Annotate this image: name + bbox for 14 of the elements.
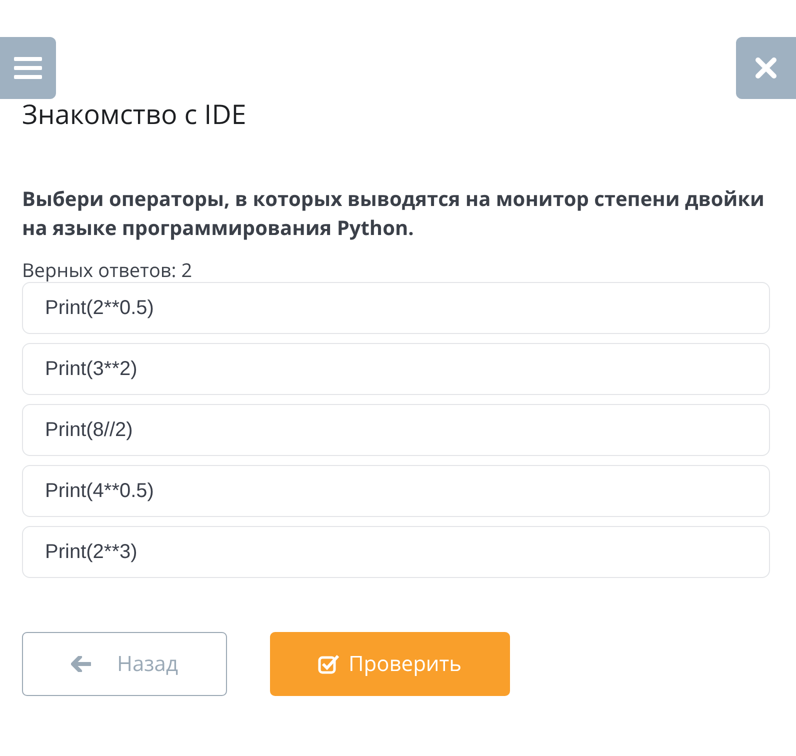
answer-option[interactable]: Print(2**3) — [22, 526, 770, 578]
answer-option[interactable]: Print(3**2) — [22, 343, 770, 395]
answer-option[interactable]: Print(4**0.5) — [22, 465, 770, 517]
checkbox-icon — [318, 654, 340, 674]
question-text: Выбери операторы, в которых выводятся на монитор степени двойки на языке программирования Python. — [22, 184, 766, 242]
close-icon — [755, 57, 777, 79]
answer-option[interactable]: Print(8//2) — [22, 404, 770, 456]
menu-button[interactable] — [0, 37, 56, 99]
menu-icon — [14, 56, 42, 80]
answer-option[interactable]: Print(2**0.5) — [22, 282, 770, 334]
close-button[interactable] — [736, 37, 796, 99]
answers-count: Верных ответов: 2 — [22, 259, 192, 281]
page-title: Знакомство с IDE — [22, 99, 248, 129]
arrow-left-icon — [70, 656, 91, 672]
